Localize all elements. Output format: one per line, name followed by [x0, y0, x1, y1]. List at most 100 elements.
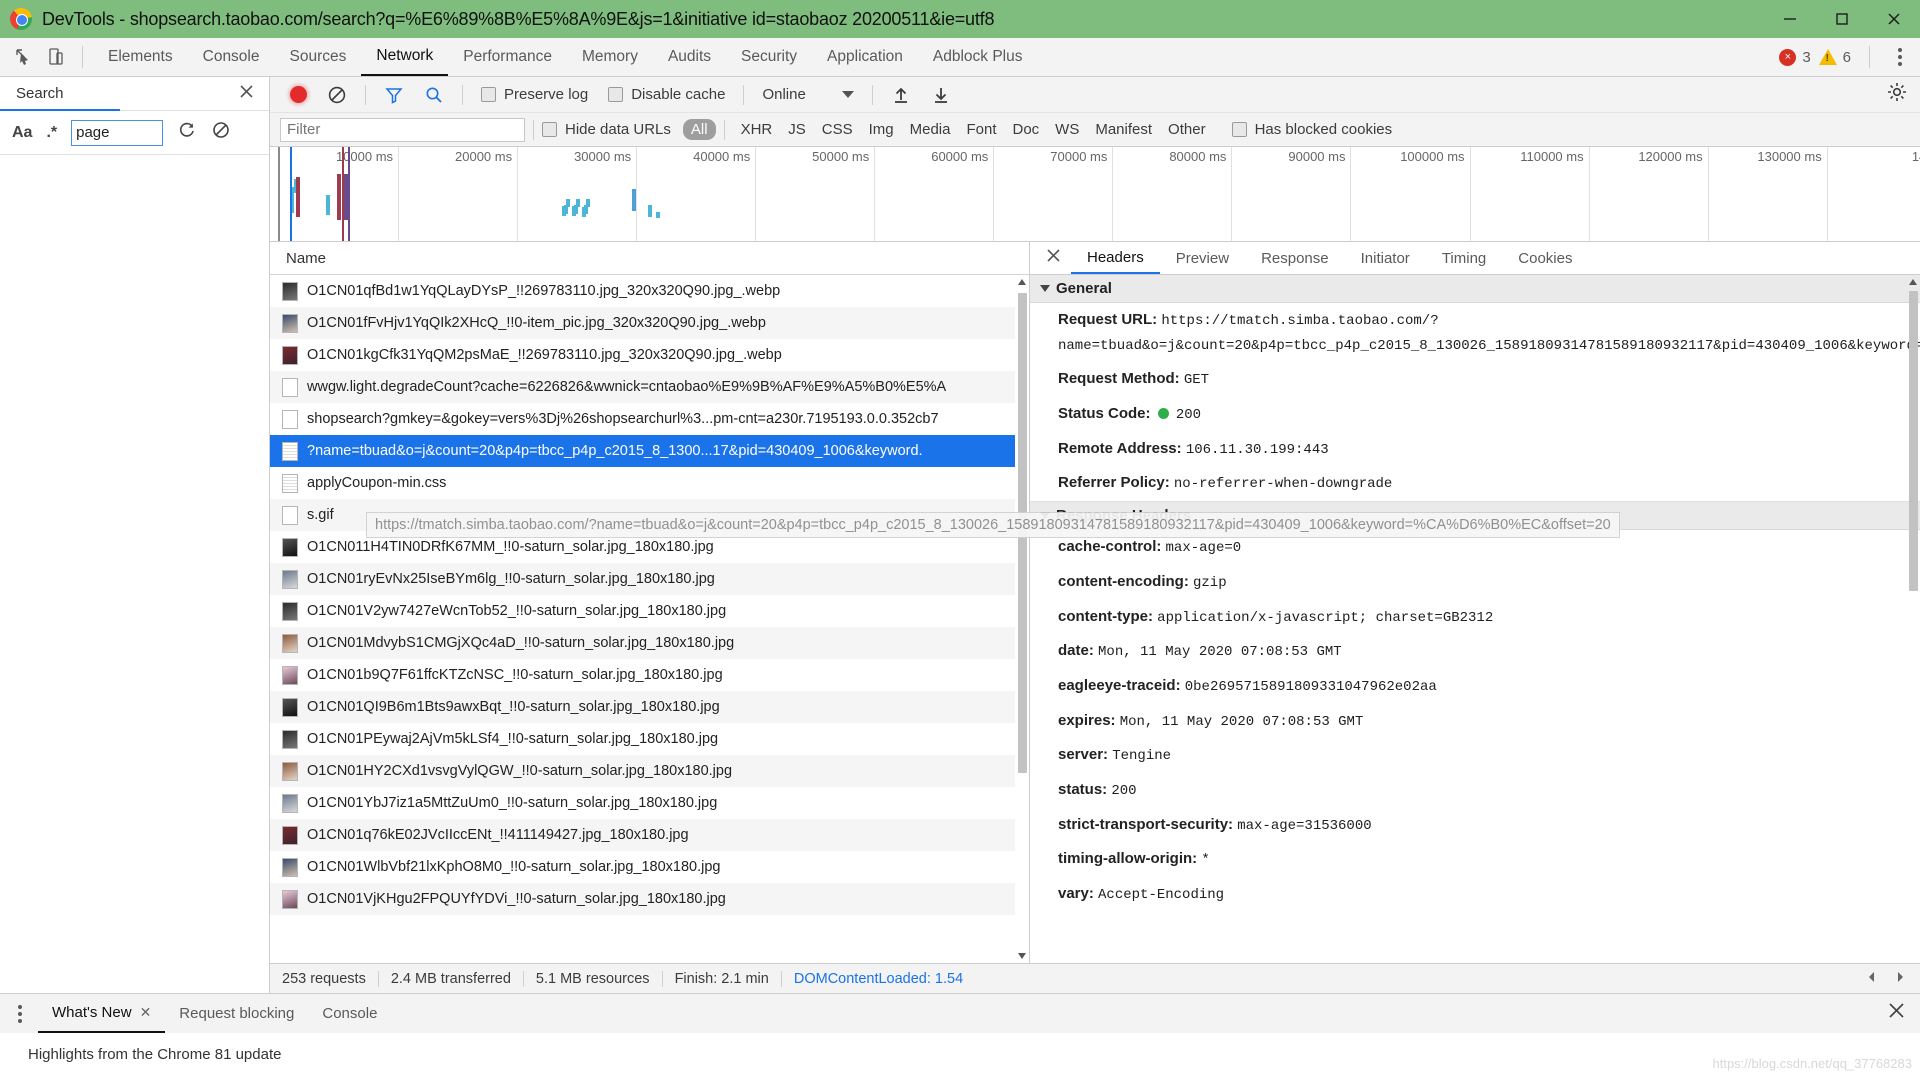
tab-response[interactable]: Response — [1245, 242, 1345, 274]
details-scrollbar[interactable] — [1906, 275, 1920, 963]
column-header-name[interactable]: Name — [286, 250, 326, 267]
error-count-badge[interactable]: × 3 — [1779, 48, 1811, 66]
request-name: O1CN01MdvybS1CMGjXQc4aD_!!0-saturn_solar… — [307, 635, 735, 651]
filter-type-css[interactable]: CSS — [814, 119, 861, 140]
minimize-button[interactable] — [1764, 0, 1816, 38]
request-row[interactable]: O1CN01qfBd1w1YqQLayDYsP_!!269783110.jpg_… — [270, 275, 1029, 307]
regex-button[interactable]: .* — [46, 124, 57, 142]
close-icon[interactable] — [1036, 248, 1071, 268]
search-icon[interactable] — [414, 80, 454, 110]
filter-type-xhr[interactable]: XHR — [733, 119, 781, 140]
request-row[interactable]: O1CN01q76kE02JVcIIccENt_!!411149427.jpg_… — [270, 819, 1029, 851]
filter-type-all[interactable]: All — [682, 119, 716, 140]
request-list-scrollbar[interactable] — [1015, 275, 1029, 963]
has-blocked-cookies-checkbox[interactable]: Has blocked cookies — [1231, 121, 1393, 138]
clear-icon[interactable] — [211, 120, 231, 145]
tab-application[interactable]: Application — [812, 38, 918, 76]
tab-console[interactable]: Console — [188, 38, 275, 76]
close-icon[interactable]: ✕ — [140, 1004, 152, 1021]
scroll-up-arrow-icon[interactable] — [1015, 275, 1029, 289]
throttling-dropdown[interactable]: Online — [752, 80, 863, 110]
request-row[interactable]: O1CN01MdvybS1CMGjXQc4aD_!!0-saturn_solar… — [270, 627, 1029, 659]
network-overview-timeline[interactable]: 10000 ms 20000 ms 30000 ms 40000 ms 50000 ms… — [270, 147, 1920, 242]
export-har-icon[interactable] — [921, 80, 961, 110]
maximize-button[interactable] — [1816, 0, 1868, 38]
tab-preview[interactable]: Preview — [1160, 242, 1245, 274]
filter-type-img[interactable]: Img — [861, 119, 902, 140]
drawer-close-icon[interactable] — [1887, 1001, 1906, 1026]
request-row[interactable]: O1CN01VjKHgu2FPQUYfYDVi_!!0-saturn_solar… — [270, 883, 1029, 915]
refresh-icon[interactable] — [177, 120, 197, 145]
tab-timing[interactable]: Timing — [1426, 242, 1502, 274]
general-section-header[interactable]: General — [1030, 275, 1920, 303]
drawer-tab-request-blocking[interactable]: Request blocking — [165, 994, 308, 1033]
scroll-down-arrow-icon[interactable] — [1015, 949, 1029, 963]
more-vertical-icon[interactable] — [1888, 48, 1912, 66]
tab-cookies[interactable]: Cookies — [1502, 242, 1588, 274]
gear-icon[interactable] — [1886, 81, 1908, 108]
device-toolbar-icon[interactable] — [40, 42, 72, 72]
filter-type-manifest[interactable]: Manifest — [1087, 119, 1160, 140]
match-case-button[interactable]: Aa — [12, 124, 32, 142]
warning-count-badge[interactable]: 6 — [1818, 49, 1851, 66]
hide-data-urls-checkbox[interactable]: Hide data URLs — [542, 121, 671, 138]
inspect-element-icon[interactable] — [8, 42, 40, 72]
request-row[interactable]: O1CN01YbJ7iz1a5MttZuUm0_!!0-saturn_solar… — [270, 787, 1029, 819]
tab-audits[interactable]: Audits — [653, 38, 726, 76]
request-row[interactable]: wwgw.light.degradeCount?cache=6226826&ww… — [270, 371, 1029, 403]
scroll-right-arrow-icon[interactable] — [1894, 970, 1906, 988]
scroll-up-arrow-icon[interactable] — [1906, 275, 1920, 289]
search-input[interactable] — [71, 119, 164, 146]
header-value: max-age=31536000 — [1237, 817, 1372, 834]
filter-input[interactable] — [280, 117, 525, 142]
funnel-icon[interactable] — [374, 80, 414, 110]
chevron-down-icon — [841, 91, 854, 98]
filter-type-doc[interactable]: Doc — [1004, 119, 1047, 140]
request-row[interactable]: O1CN01b9Q7F61ffcKTZcNSC_!!0-saturn_solar… — [270, 659, 1029, 691]
header-key: timing-allow-origin: — [1058, 850, 1198, 868]
request-row[interactable]: O1CN01V2yw7427eWcnTob52_!!0-saturn_solar… — [270, 595, 1029, 627]
drawer-tab-console[interactable]: Console — [308, 994, 391, 1033]
filter-type-media[interactable]: Media — [902, 119, 959, 140]
request-row[interactable]: applyCoupon-min.css — [270, 467, 1029, 499]
request-row[interactable]: ?name=tbuad&o=j&count=20&p4p=tbcc_p4p_c2… — [270, 435, 1029, 467]
drawer-tab-whats-new[interactable]: What's New ✕ — [38, 994, 166, 1033]
scrollbar-thumb[interactable] — [1909, 291, 1918, 591]
tab-headers[interactable]: Headers — [1071, 242, 1160, 274]
request-row[interactable]: O1CN01QI9B6m1Bts9awxBqt_!!0-saturn_solar… — [270, 691, 1029, 723]
has-blocked-cookies-label: Has blocked cookies — [1254, 121, 1393, 138]
overview-track[interactable]: 10000 ms 20000 ms 30000 ms 40000 ms 50000 ms… — [280, 147, 1920, 241]
filter-type-ws[interactable]: WS — [1047, 119, 1087, 140]
disable-cache-checkbox[interactable]: Disable cache — [598, 80, 735, 110]
filter-type-other[interactable]: Other — [1160, 119, 1214, 140]
filter-type-font[interactable]: Font — [958, 119, 1004, 140]
tab-adblock-plus[interactable]: Adblock Plus — [918, 38, 1038, 76]
tab-network[interactable]: Network — [361, 38, 449, 76]
tab-sources[interactable]: Sources — [275, 38, 362, 76]
clear-network-icon[interactable] — [317, 80, 357, 110]
request-row[interactable]: O1CN01WlbVbf21lxKphO8M0_!!0-saturn_solar… — [270, 851, 1029, 883]
tab-security[interactable]: Security — [726, 38, 812, 76]
request-details-body[interactable]: General Request URL: https://tmatch.simb… — [1030, 275, 1920, 963]
toolbar-divider — [365, 84, 366, 105]
record-button[interactable] — [280, 80, 317, 110]
tab-initiator[interactable]: Initiator — [1345, 242, 1426, 274]
tab-elements[interactable]: Elements — [93, 38, 188, 76]
request-row[interactable]: O1CN01PEywaj2AjVm5kLSf4_!!0-saturn_solar… — [270, 723, 1029, 755]
request-details-tabbar: Headers Preview Response Initiator Timin… — [1030, 242, 1920, 275]
scroll-left-arrow-icon[interactable] — [1866, 970, 1878, 988]
request-row[interactable]: O1CN01HY2CXd1vsvgVylQGW_!!0-saturn_solar… — [270, 755, 1029, 787]
close-icon[interactable] — [238, 83, 255, 105]
import-har-icon[interactable] — [881, 80, 921, 110]
request-row[interactable]: shopsearch?gmkey=&gokey=vers%3Dj%26shops… — [270, 403, 1029, 435]
preserve-log-checkbox[interactable]: Preserve log — [471, 80, 598, 110]
filter-type-js[interactable]: JS — [780, 119, 814, 140]
request-row[interactable]: O1CN01fFvHjv1YqQIk2XHcQ_!!0-item_pic.jpg… — [270, 307, 1029, 339]
close-button[interactable] — [1868, 0, 1920, 38]
tab-performance[interactable]: Performance — [448, 38, 567, 76]
request-row[interactable]: O1CN01ryEvNx25IseBYm6lg_!!0-saturn_solar… — [270, 563, 1029, 595]
request-list-body[interactable]: O1CN01qfBd1w1YqQLayDYsP_!!269783110.jpg_… — [270, 275, 1029, 963]
tab-memory[interactable]: Memory — [567, 38, 653, 76]
request-row[interactable]: O1CN01kgCfk31YqQM2psMaE_!!269783110.jpg_… — [270, 339, 1029, 371]
more-vertical-icon[interactable] — [8, 1004, 32, 1023]
